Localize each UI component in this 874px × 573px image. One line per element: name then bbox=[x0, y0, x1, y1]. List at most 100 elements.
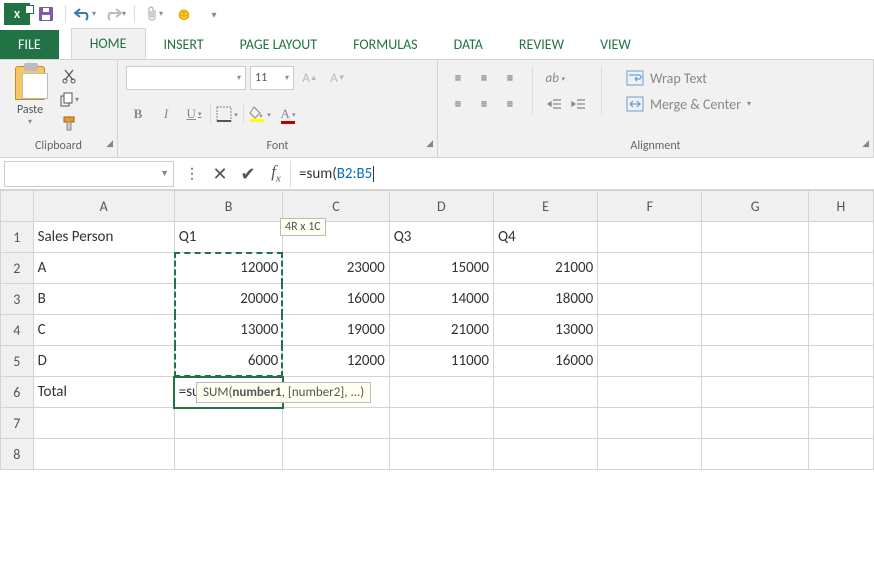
cut-icon[interactable] bbox=[58, 66, 80, 86]
cell-C1[interactable] bbox=[283, 222, 389, 253]
increase-indent-icon[interactable] bbox=[567, 92, 591, 116]
cell-G7[interactable] bbox=[702, 408, 808, 439]
cell-G1[interactable] bbox=[702, 222, 808, 253]
cell-A6[interactable]: Total bbox=[33, 377, 174, 408]
align-top-icon[interactable]: ≡ bbox=[446, 66, 470, 90]
cancel-formula-icon[interactable]: ✕ bbox=[206, 160, 234, 188]
col-header-E[interactable]: E bbox=[493, 191, 597, 222]
font-size-combo[interactable]: 11▾ bbox=[250, 66, 294, 90]
undo-icon[interactable]: ▾ bbox=[71, 2, 99, 26]
row-header-8[interactable]: 8 bbox=[1, 439, 34, 470]
cell-F1[interactable] bbox=[598, 222, 702, 253]
cell-D6[interactable] bbox=[389, 377, 493, 408]
formula-options-icon[interactable]: ⋮ bbox=[178, 160, 206, 188]
cell-A5[interactable]: D bbox=[33, 346, 174, 377]
fill-color-icon[interactable] bbox=[248, 102, 272, 126]
cell-G6[interactable] bbox=[702, 377, 808, 408]
cell-A8[interactable] bbox=[33, 439, 174, 470]
cell-B7[interactable] bbox=[174, 408, 283, 439]
row-header-6[interactable]: 6 bbox=[1, 377, 34, 408]
cell-H3[interactable] bbox=[808, 284, 873, 315]
redo-icon[interactable]: ▾ bbox=[101, 2, 129, 26]
cell-H2[interactable] bbox=[808, 253, 873, 284]
align-left-icon[interactable]: ≡ bbox=[446, 92, 470, 116]
row-header-5[interactable]: 5 bbox=[1, 346, 34, 377]
clipboard-launcher-icon[interactable]: ◢ bbox=[106, 135, 113, 153]
cell-B1[interactable]: Q1 bbox=[174, 222, 283, 253]
cell-C3[interactable]: 16000 bbox=[283, 284, 389, 315]
font-launcher-icon[interactable]: ◢ bbox=[426, 135, 433, 153]
borders-icon[interactable] bbox=[215, 102, 239, 126]
col-header-H[interactable]: H bbox=[808, 191, 873, 222]
enter-formula-icon[interactable]: ✔ bbox=[234, 160, 262, 188]
cell-E2[interactable]: 21000 bbox=[493, 253, 597, 284]
font-name-combo[interactable]: ▾ bbox=[126, 66, 246, 90]
cell-E4[interactable]: 13000 bbox=[493, 315, 597, 346]
cell-E3[interactable]: 18000 bbox=[493, 284, 597, 315]
cell-F4[interactable] bbox=[598, 315, 702, 346]
tab-review[interactable]: REVIEW bbox=[501, 30, 582, 59]
cell-B3[interactable]: 20000 bbox=[174, 284, 283, 315]
cell-G4[interactable] bbox=[702, 315, 808, 346]
cell-A4[interactable]: C bbox=[33, 315, 174, 346]
cell-C4[interactable]: 19000 bbox=[283, 315, 389, 346]
insert-function-icon[interactable]: fx bbox=[262, 160, 290, 188]
tab-data[interactable]: DATA bbox=[436, 30, 501, 59]
cell-F7[interactable] bbox=[598, 408, 702, 439]
col-header-B[interactable]: B bbox=[174, 191, 283, 222]
cell-D3[interactable]: 14000 bbox=[389, 284, 493, 315]
format-painter-icon[interactable] bbox=[58, 114, 80, 134]
align-right-icon[interactable]: ≡ bbox=[498, 92, 522, 116]
formula-input[interactable]: =sum(B2:B5 bbox=[290, 161, 874, 187]
align-bottom-icon[interactable]: ≡ bbox=[498, 66, 522, 90]
cell-D7[interactable] bbox=[389, 408, 493, 439]
underline-button[interactable]: U bbox=[182, 102, 206, 126]
row-header-7[interactable]: 7 bbox=[1, 408, 34, 439]
alignment-launcher-icon[interactable]: ◢ bbox=[862, 135, 869, 153]
cell-A3[interactable]: B bbox=[33, 284, 174, 315]
merge-center-button[interactable]: Merge & Center ▾ bbox=[620, 92, 757, 116]
cell-B4[interactable]: 13000 bbox=[174, 315, 283, 346]
cell-D1[interactable]: Q3 bbox=[389, 222, 493, 253]
italic-button[interactable]: I bbox=[154, 102, 178, 126]
copy-icon[interactable]: ▾ bbox=[58, 90, 80, 110]
row-header-4[interactable]: 4 bbox=[1, 315, 34, 346]
cell-C7[interactable] bbox=[283, 408, 389, 439]
cell-G8[interactable] bbox=[702, 439, 808, 470]
tab-file[interactable]: FILE bbox=[0, 30, 59, 59]
cell-F3[interactable] bbox=[598, 284, 702, 315]
row-header-3[interactable]: 3 bbox=[1, 284, 34, 315]
save-icon[interactable] bbox=[32, 2, 60, 26]
smiley-icon[interactable]: ☻ bbox=[170, 2, 198, 26]
font-color-icon[interactable]: A bbox=[276, 102, 300, 126]
grid[interactable]: A B C D E F G H 1 Sales Person Q1 Q3 Q4 … bbox=[0, 190, 874, 470]
name-box[interactable]: ▼ bbox=[4, 161, 174, 187]
tab-formulas[interactable]: FORMULAS bbox=[335, 30, 436, 59]
cell-E8[interactable] bbox=[493, 439, 597, 470]
decrease-font-icon[interactable]: A▼ bbox=[326, 66, 350, 90]
cell-H4[interactable] bbox=[808, 315, 873, 346]
cell-E5[interactable]: 16000 bbox=[493, 346, 597, 377]
bold-button[interactable]: B bbox=[126, 102, 150, 126]
cell-D8[interactable] bbox=[389, 439, 493, 470]
cell-D5[interactable]: 11000 bbox=[389, 346, 493, 377]
align-center-icon[interactable]: ≡ bbox=[472, 92, 496, 116]
tab-view[interactable]: VIEW bbox=[582, 30, 649, 59]
orientation-icon[interactable]: ab bbox=[543, 66, 567, 90]
cell-D2[interactable]: 15000 bbox=[389, 253, 493, 284]
cell-G3[interactable] bbox=[702, 284, 808, 315]
row-header-1[interactable]: 1 bbox=[1, 222, 34, 253]
cell-G2[interactable] bbox=[702, 253, 808, 284]
cell-A1[interactable]: Sales Person bbox=[33, 222, 174, 253]
cell-A2[interactable]: A bbox=[33, 253, 174, 284]
cell-E1[interactable]: Q4 bbox=[493, 222, 597, 253]
cell-F2[interactable] bbox=[598, 253, 702, 284]
cell-C2[interactable]: 23000 bbox=[283, 253, 389, 284]
cell-C8[interactable] bbox=[283, 439, 389, 470]
decrease-indent-icon[interactable] bbox=[543, 92, 567, 116]
wrap-text-button[interactable]: Wrap Text bbox=[620, 66, 757, 90]
paste-button[interactable]: Paste ▾ bbox=[8, 66, 52, 127]
cell-B2[interactable]: 12000 bbox=[174, 253, 283, 284]
col-header-F[interactable]: F bbox=[598, 191, 702, 222]
cell-D4[interactable]: 21000 bbox=[389, 315, 493, 346]
